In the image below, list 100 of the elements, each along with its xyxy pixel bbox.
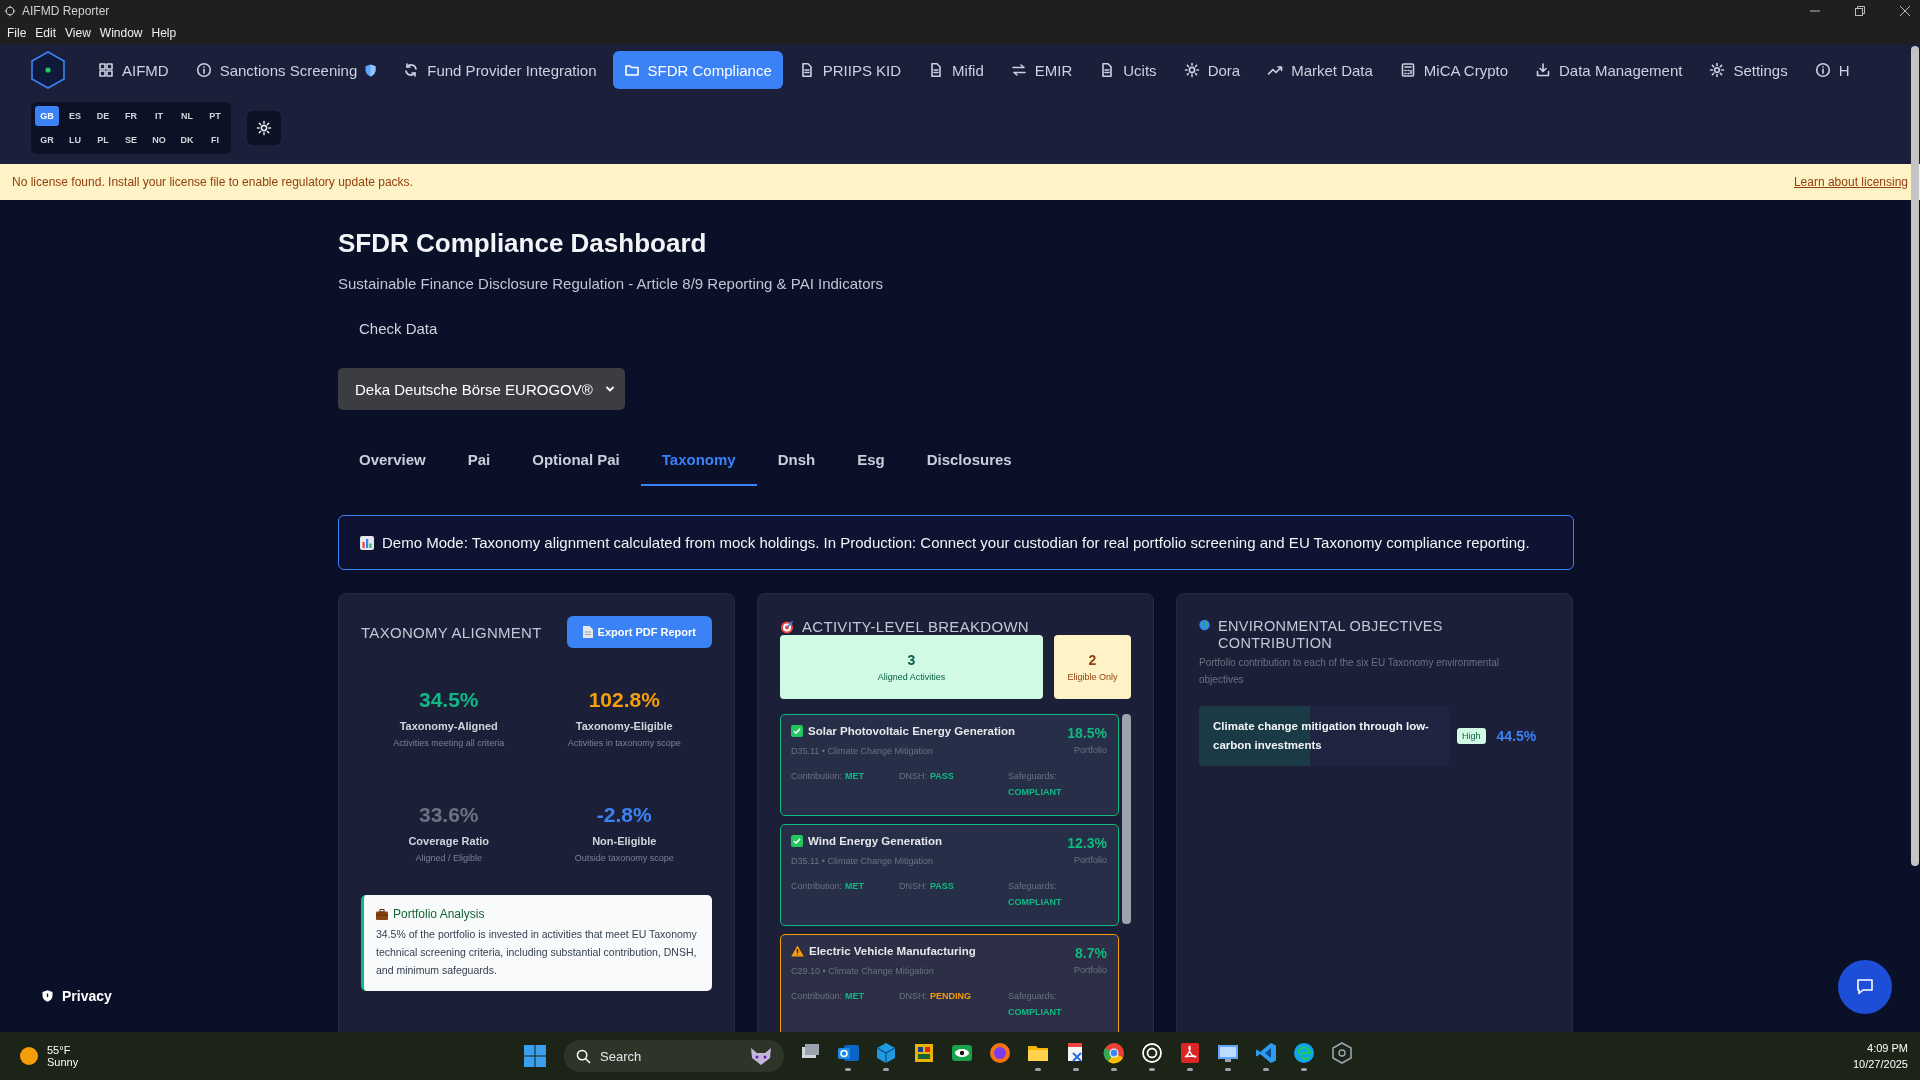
nav-tab[interactable]: Market Data xyxy=(1256,51,1384,89)
tab[interactable]: Overview xyxy=(338,434,447,486)
privacy-button[interactable]: Privacy xyxy=(38,982,116,1010)
metric-value: -2.8% xyxy=(596,803,652,828)
document-icon[interactable] xyxy=(1178,1041,1202,1065)
summary-label: Eligible Only xyxy=(1067,672,1118,682)
export-pdf-button[interactable]: Export PDF Report xyxy=(566,616,712,648)
tab[interactable]: Esg xyxy=(836,434,906,486)
clock-date: 10/27/2025 xyxy=(1852,1057,1908,1072)
language-button[interactable]: DE xyxy=(91,106,115,126)
nav-tab[interactable]: Data Management xyxy=(1524,51,1694,89)
settings-icon xyxy=(1709,62,1726,78)
scrollbar-thumb[interactable] xyxy=(1911,46,1919,866)
nav-tab[interactable]: EMIR xyxy=(999,51,1084,89)
criterion-status: MET xyxy=(845,991,865,1001)
hexagon-icon[interactable] xyxy=(1330,1041,1354,1065)
nav-tab[interactable]: AIFMD xyxy=(87,51,180,89)
tab[interactable]: Optional Pai xyxy=(511,434,641,486)
nav-tab[interactable]: Dora xyxy=(1172,51,1252,89)
chat-button[interactable] xyxy=(1838,960,1892,1014)
criterion-label: DNSH: xyxy=(899,991,927,1001)
cube-icon[interactable] xyxy=(874,1041,898,1065)
licensing-link[interactable]: Learn about licensing xyxy=(1793,175,1908,189)
activity-name: Solar Photovoltaic Energy Generation xyxy=(808,725,1016,737)
nav-tab[interactable]: Ucits xyxy=(1088,51,1168,89)
language-button[interactable]: DK xyxy=(175,130,199,150)
criterion-label: Safeguards: xyxy=(1008,991,1057,1001)
tab[interactable]: Dnsh xyxy=(756,434,837,486)
arrows-icon xyxy=(1010,62,1027,78)
language-button[interactable]: SE xyxy=(119,130,143,150)
criterion-label: Contribution: xyxy=(791,991,843,1001)
language-button[interactable]: GR xyxy=(35,130,59,150)
browser-icon[interactable] xyxy=(988,1041,1012,1065)
restore-icon[interactable] xyxy=(1855,6,1865,16)
tab[interactable]: Disclosures xyxy=(905,434,1033,486)
document-icon xyxy=(582,626,593,638)
criterion-label: Contribution: xyxy=(791,771,843,781)
language-button[interactable]: IT xyxy=(147,106,171,126)
activity-share: 8.7% xyxy=(1075,945,1107,961)
language-button[interactable]: ES xyxy=(63,106,87,126)
criterion-status: PASS xyxy=(930,881,954,891)
briefcase-icon xyxy=(376,908,388,920)
browser-icon[interactable] xyxy=(1292,1041,1316,1065)
card-title: ENVIRONMENTAL OBJECTIVES CONTRIBUTION xyxy=(1218,618,1444,652)
calculator-icon xyxy=(1399,62,1416,78)
search-field[interactable]: Search xyxy=(564,1040,784,1072)
nav-tab[interactable]: Settings xyxy=(1698,51,1799,89)
language-button[interactable]: FI xyxy=(203,130,227,150)
info-icon xyxy=(195,62,212,78)
nav-tab[interactable]: SFDR Compliance xyxy=(612,51,783,89)
metric-caption: Aligned / Eligible xyxy=(415,853,482,863)
close-icon[interactable] xyxy=(1900,6,1910,16)
activity-code: D35.11 • Climate Change Mitigation xyxy=(791,746,935,756)
menu-item[interactable]: File xyxy=(7,26,27,40)
chat-icon xyxy=(1855,977,1875,997)
code-editor-icon[interactable] xyxy=(1254,1041,1278,1065)
check-data-button[interactable]: Check Data xyxy=(338,316,459,340)
activity-name: Wind Energy Generation xyxy=(808,835,943,847)
nav-tab[interactable]: MiCA Crypto xyxy=(1388,51,1520,89)
language-button[interactable]: PT xyxy=(203,106,227,126)
language-button[interactable]: LU xyxy=(63,130,87,150)
scrollbar-thumb[interactable] xyxy=(1122,714,1131,924)
sun-icon xyxy=(19,1046,39,1066)
language-button[interactable]: NL xyxy=(175,106,199,126)
activity-share: 12.3% xyxy=(1067,835,1107,851)
metric-value: 33.6% xyxy=(418,803,479,828)
theme-toggle-button[interactable] xyxy=(247,111,281,145)
nav-tab[interactable]: H xyxy=(1803,51,1861,89)
menu-item[interactable]: Window xyxy=(99,26,143,40)
download-icon xyxy=(1535,62,1552,78)
checkbox-icon xyxy=(791,725,803,737)
language-button[interactable]: GB xyxy=(35,106,59,126)
menu-item[interactable]: View xyxy=(65,26,91,40)
analysis-title: Portfolio Analysis xyxy=(393,907,485,921)
gallery-icon[interactable] xyxy=(912,1041,936,1065)
share-label: Portfolio xyxy=(1073,965,1107,975)
metric-caption: Outside taxonomy scope xyxy=(574,853,674,863)
rating-badge: High xyxy=(1457,728,1486,744)
criterion-label: Safeguards: xyxy=(1008,771,1057,781)
tab[interactable]: Pai xyxy=(446,434,512,486)
chevron-icon xyxy=(604,384,615,394)
menu-item[interactable]: Help xyxy=(151,26,177,40)
nav-tab[interactable]: Mifid xyxy=(917,51,995,89)
tab[interactable]: Taxonomy xyxy=(640,434,757,486)
nav-tab[interactable]: Sanctions Screening xyxy=(184,51,388,89)
language-button[interactable]: FR xyxy=(119,106,143,126)
metric-label: Non-Eligible xyxy=(592,835,657,847)
language-button[interactable]: PL xyxy=(91,130,115,150)
criterion-status: COMPLIANT xyxy=(1008,896,1063,909)
start-icon[interactable] xyxy=(524,1045,546,1067)
menu-item[interactable]: Edit xyxy=(35,26,57,40)
objective-share: 44.5% xyxy=(1496,728,1537,744)
nav-tab[interactable]: PRIIPS KID xyxy=(787,51,913,89)
target-icon xyxy=(780,619,794,634)
page-subtitle: Sustainable Finance Disclosure Regulation - Article 8/9 Reporting & PAI Indicators xyxy=(338,275,884,292)
logo-icon xyxy=(28,50,68,90)
nav-tab[interactable]: Fund Provider Integration xyxy=(392,51,608,89)
fund-dropdown[interactable]: Deka Deutsche Börse EUROGOV® xyxy=(338,368,625,410)
browser-icon[interactable] xyxy=(1102,1041,1126,1065)
language-button[interactable]: NO xyxy=(147,130,171,150)
